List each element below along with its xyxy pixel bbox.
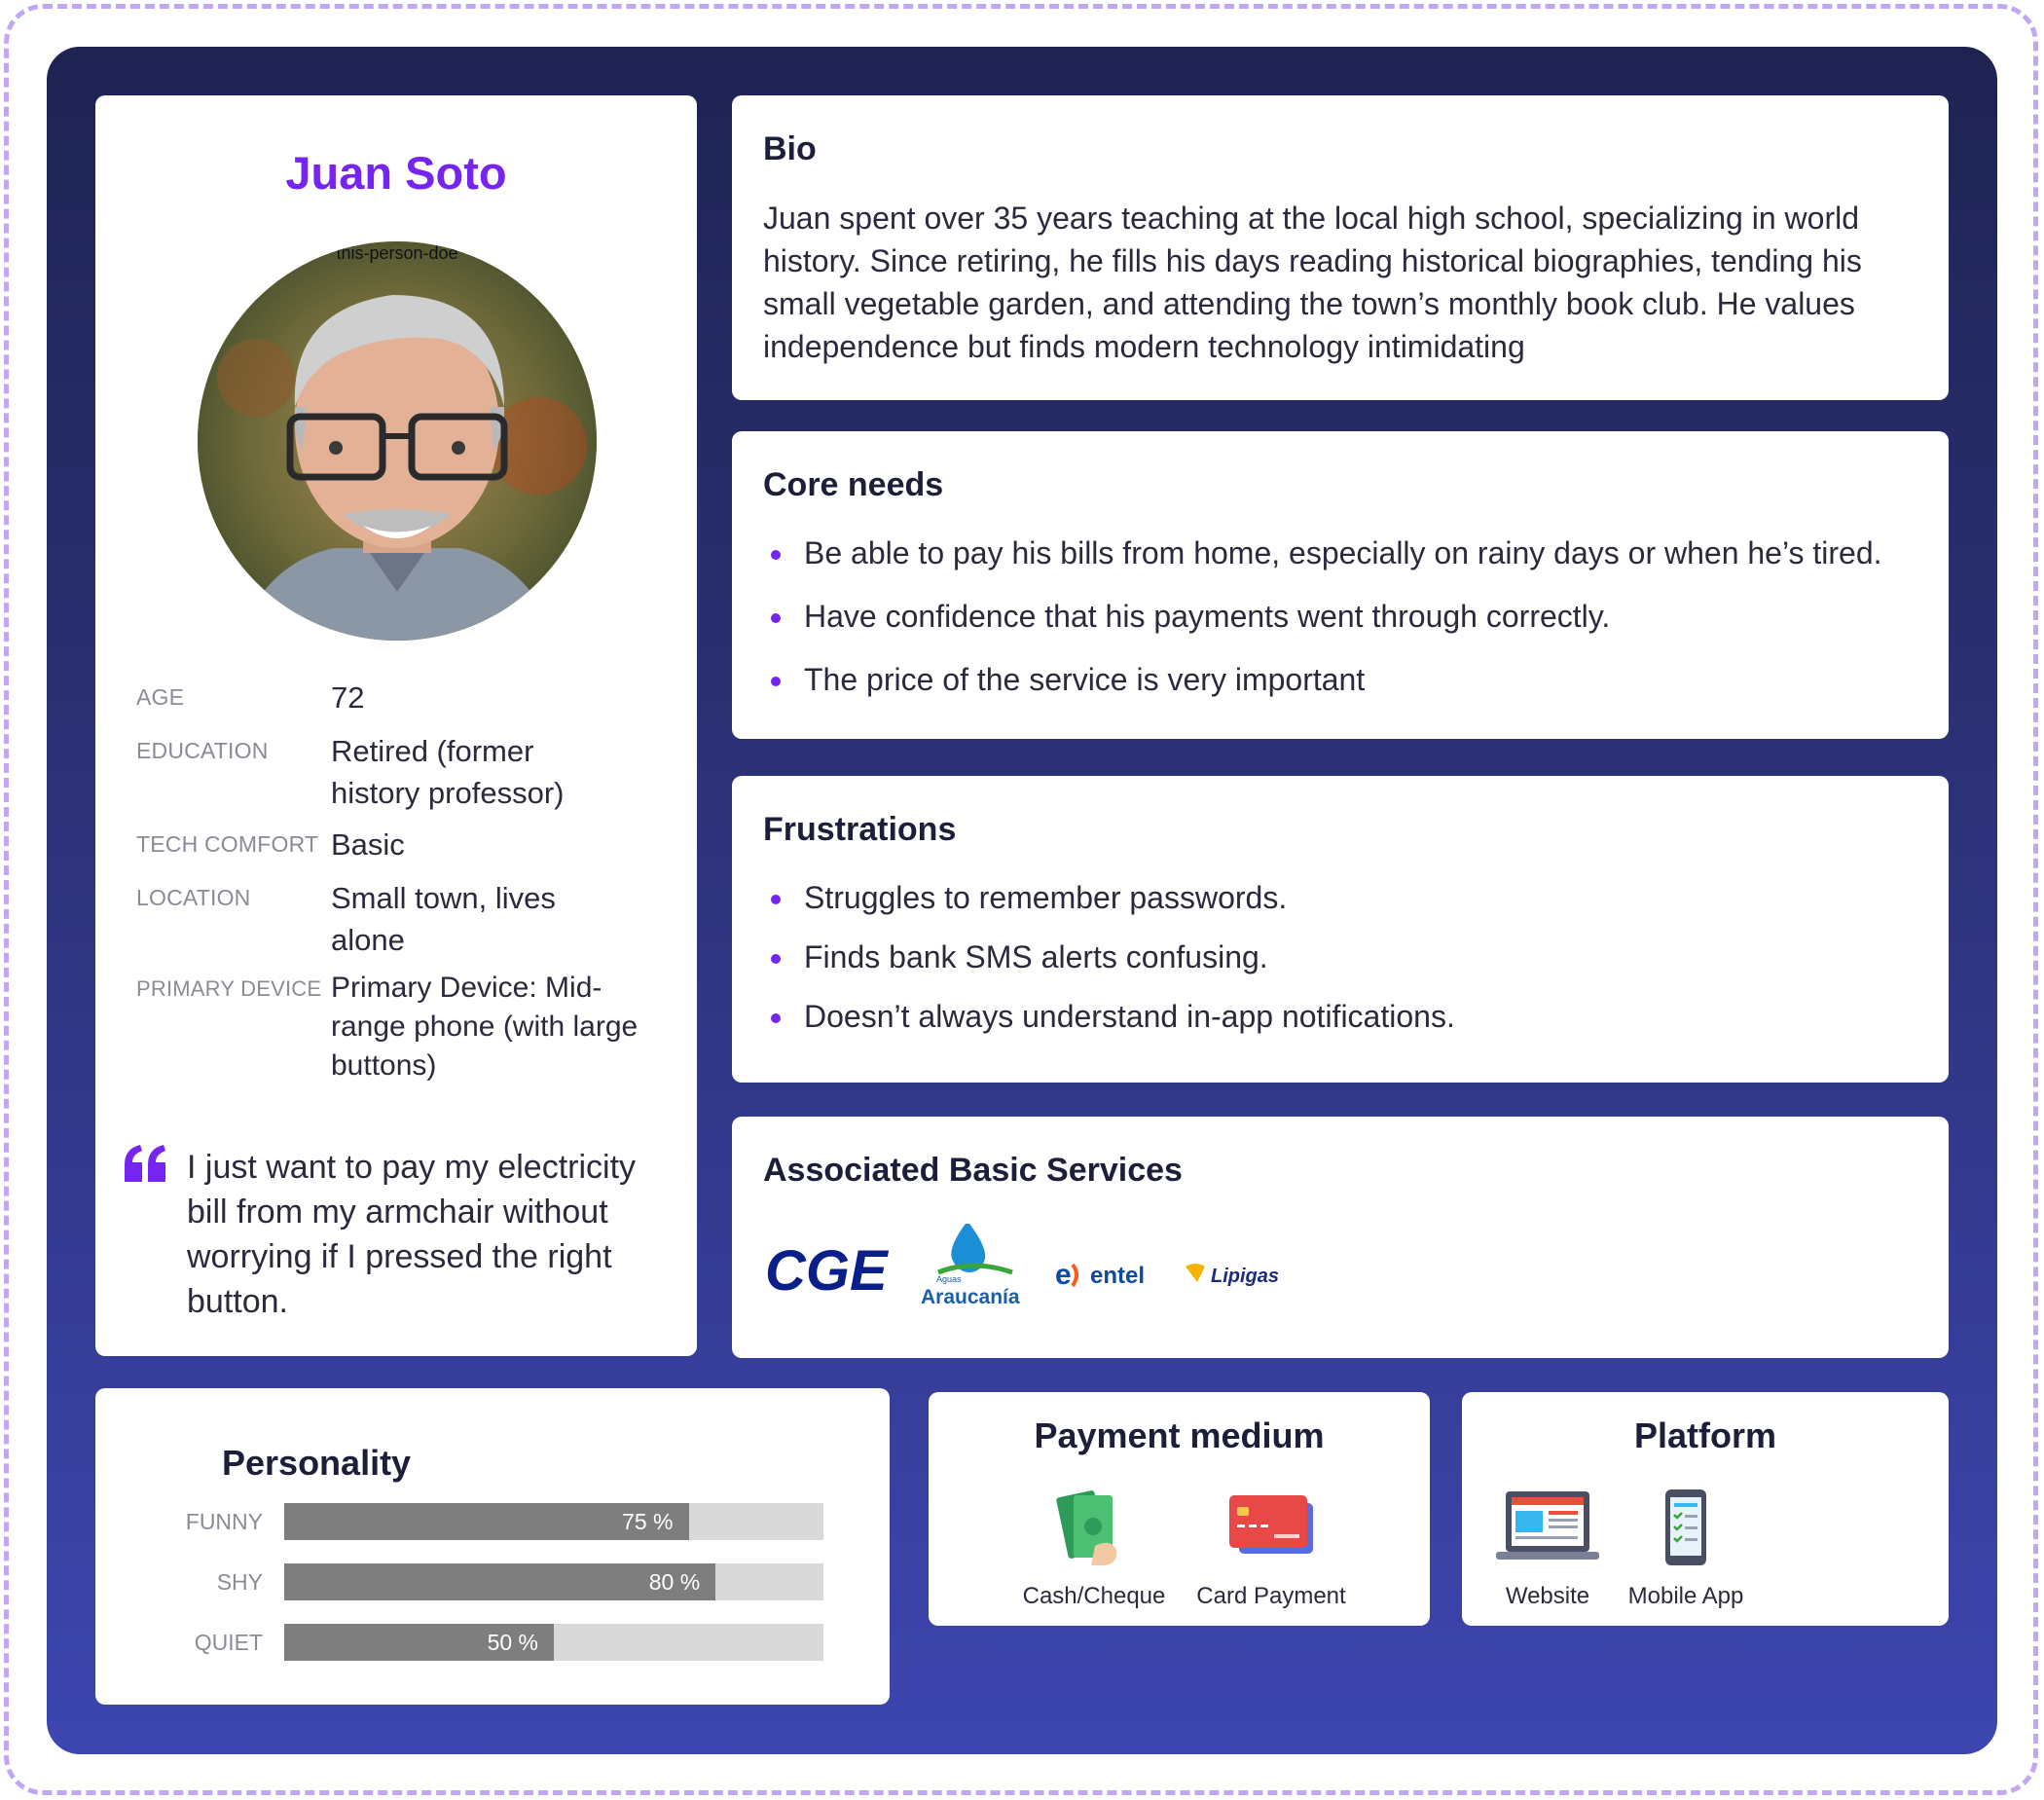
credit-card-icon [1229, 1495, 1313, 1554]
avatar-caption: this-person-doe [336, 243, 458, 263]
services-title: Associated Basic Services [763, 1152, 1183, 1189]
personality-trait-label: Quiet [194, 1630, 263, 1655]
core-needs-card: Core needs Be able to pay his bills from… [732, 431, 1949, 739]
bio-card: Bio Juan spent over 35 years teaching at… [732, 95, 1949, 400]
fact-education: Education Retired (former history profes… [136, 730, 681, 814]
frustrations-list: Struggles to remember passwords. Finds b… [763, 877, 1931, 1055]
fact-value: Small town, lives alone [331, 881, 556, 957]
cge-logo: CGE [763, 1239, 890, 1303]
frustrations-title: Frustrations [763, 811, 957, 848]
personality-bar-track: 75 % [284, 1503, 823, 1540]
core-needs-title: Core needs [763, 466, 944, 503]
aguas-araucania-logo: Aguas Araucanía [919, 1222, 1026, 1309]
persona-name: Juan Soto [285, 147, 507, 199]
profile-card: Juan Soto this-person-doe AGE 72 EDUCATI… [95, 95, 697, 1356]
fact-label: Primary device [136, 976, 322, 1001]
fact-primary-device: Primary device Primary Device: Mid-range… [136, 969, 681, 1085]
lipigas-logo: Lipigas [1184, 1257, 1291, 1292]
personality-bar-fill: 50 % [284, 1624, 554, 1661]
personality-bar-value: 50 % [487, 1630, 538, 1655]
platform-option-website: Website [1470, 1489, 1625, 1610]
payment-title: Payment medium [1034, 1415, 1325, 1455]
personality-title: Personality [222, 1443, 412, 1483]
list-item: Be able to pay his bills from home, espe… [763, 533, 1931, 596]
payment-option-cash: Cash/Cheque [1006, 1489, 1182, 1610]
list-item: Doesn’t always understand in-app notific… [763, 996, 1931, 1055]
services-card: Associated Basic Services CGE Aguas Arau… [732, 1117, 1949, 1358]
personality-bar-shy: Shy 80 % [95, 1563, 890, 1600]
bio-title: Bio [763, 130, 817, 167]
cge-logo-text: CGE [765, 1241, 890, 1300]
personality-bar-track: 50 % [284, 1624, 823, 1661]
fact-age: Age 72 [136, 677, 681, 718]
fact-value: Retired (former history professor) [331, 734, 565, 810]
fact-label: Age [136, 684, 185, 710]
personality-bar-fill: 80 % [284, 1563, 716, 1600]
payment-option-label: Cash/Cheque [1022, 1583, 1166, 1609]
platform-card: Platform Website Mobile App [1462, 1392, 1949, 1626]
araucania-logo-text: Araucanía [921, 1286, 1020, 1308]
list-item: The price of the service is very importa… [763, 659, 1931, 722]
platform-option-label: Mobile App [1627, 1583, 1744, 1609]
list-item: Have confidence that his payments went t… [763, 596, 1931, 659]
list-item: Finds bank SMS alerts confusing. [763, 937, 1931, 996]
fact-location: Location Small town, lives alone [136, 877, 681, 961]
personality-bar-value: 80 % [648, 1569, 701, 1595]
cash-icon [1056, 1490, 1117, 1565]
fact-label: Location [136, 885, 251, 910]
payment-option-label: Card Payment [1196, 1583, 1346, 1609]
personality-bar-fill: 75 % [284, 1503, 689, 1540]
personality-trait-label: Shy [216, 1569, 263, 1595]
personality-bar-quiet: Quiet 50 % [95, 1624, 890, 1661]
fact-value: 72 [331, 680, 365, 715]
personality-bar-value: 75 % [622, 1509, 674, 1534]
portrait-image [198, 241, 597, 641]
platform-option-label: Website [1505, 1583, 1590, 1609]
personality-trait-label: Funny [185, 1509, 263, 1534]
list-item: Struggles to remember passwords. [763, 877, 1931, 937]
facts-list: Age 72 Education Retired (former history… [136, 677, 681, 1099]
entel-logo: e entel [1055, 1255, 1152, 1294]
frustrations-card: Frustrations Struggles to remember passw… [732, 776, 1949, 1083]
avatar: this-person-doe [198, 241, 597, 641]
personality-card: Personality Funny 75 % Shy 80 % Quiet 50 % [95, 1388, 890, 1705]
payment-medium-card: Payment medium Cash/Cheque Card Payment [929, 1392, 1430, 1626]
bio-text: Juan spent over 35 years teaching at the… [763, 201, 1862, 364]
platform-title: Platform [1633, 1415, 1777, 1455]
quote-text: I just want to pay my electricity bill f… [187, 1149, 637, 1320]
laptop-icon [1496, 1491, 1599, 1560]
payment-option-card: Card Payment [1184, 1489, 1359, 1610]
fact-value: Primary Device: Mid-range phone (with la… [331, 972, 639, 1082]
fact-label: Tech comfort [136, 831, 319, 857]
fact-value: Basic [331, 827, 405, 862]
core-needs-list: Be able to pay his bills from home, espe… [763, 533, 1931, 722]
lipigas-logo-text: Lipigas [1211, 1266, 1279, 1287]
personality-bar-funny: Funny 75 % [95, 1503, 890, 1540]
fact-tech-comfort: Tech comfort Basic [136, 824, 681, 865]
aguas-logo-subtext: Aguas [936, 1274, 962, 1284]
personality-bar-track: 80 % [284, 1563, 823, 1600]
fact-label: Education [136, 738, 269, 763]
entel-logo-text: entel [1090, 1263, 1145, 1289]
mobile-phone-icon [1665, 1489, 1706, 1565]
services-logos: CGE Aguas Araucanía e entel Lipigas [763, 1222, 1347, 1329]
quote-icon [125, 1145, 165, 1182]
svg-text:e: e [1055, 1259, 1072, 1291]
platform-option-mobile: Mobile App [1608, 1489, 1764, 1610]
